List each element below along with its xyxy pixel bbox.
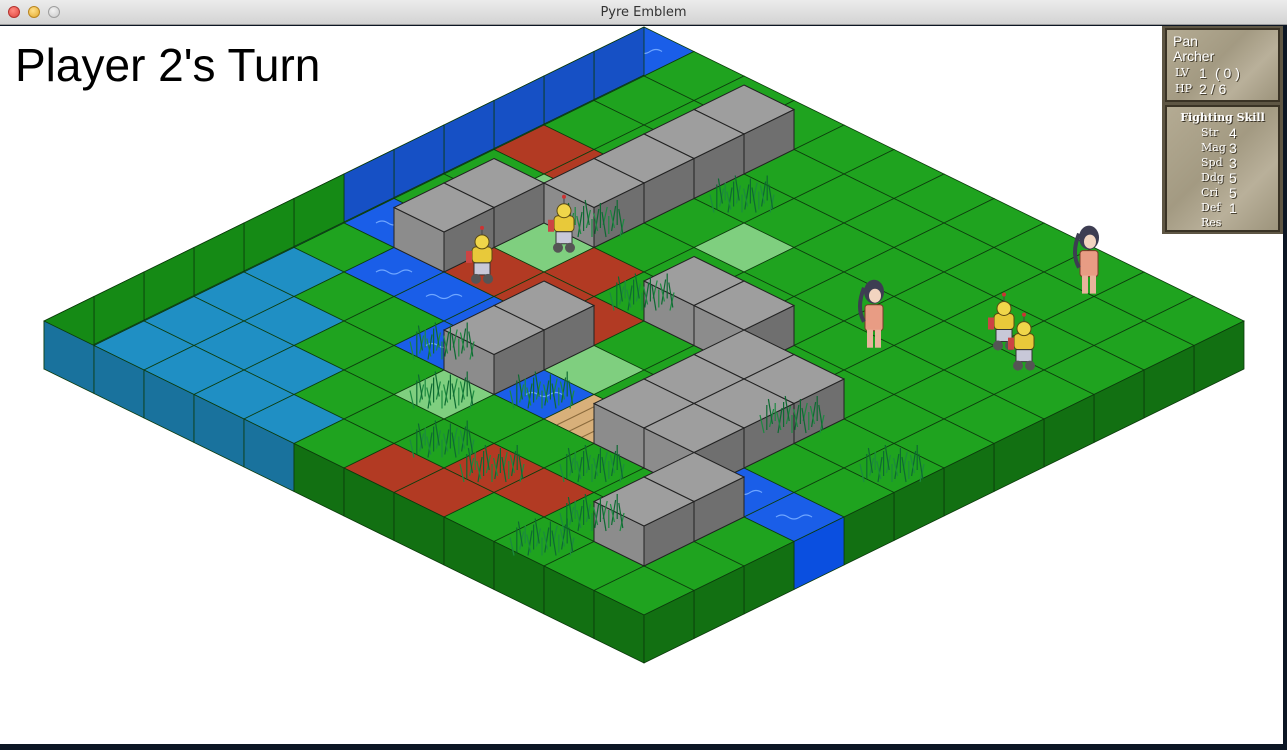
fighting-skill-title: Fighting Skill — [1180, 111, 1265, 124]
game-window: Pyre Emblem Player 2's Turn Pan Archer L… — [0, 0, 1287, 750]
unit-info-panel: Pan Archer LV 1 ( 0 ) HP 2 / 6 Fighting … — [1162, 26, 1283, 234]
level-label: LV — [1175, 66, 1189, 79]
unit-status-box: Pan Archer LV 1 ( 0 ) HP 2 / 6 — [1165, 28, 1280, 102]
stat-label-ddg: Ddg — [1201, 171, 1224, 184]
stat-value-mag: 3 — [1229, 140, 1237, 156]
hp-label: HP — [1175, 82, 1192, 95]
unit-name: Pan — [1173, 33, 1198, 49]
stat-label-mag: Mag — [1201, 141, 1226, 154]
stat-label-res: Res — [1201, 216, 1222, 229]
window-title: Pyre Emblem — [600, 5, 687, 20]
hp-value: 2 / 6 — [1199, 81, 1227, 97]
level-value: 1 — [1199, 65, 1207, 81]
isometric-map[interactable] — [0, 26, 1283, 744]
stat-value-spd: 3 — [1229, 155, 1237, 171]
turn-indicator: Player 2's Turn — [15, 39, 321, 91]
stat-value-cri: 5 — [1229, 185, 1237, 201]
stat-label-str: Str — [1201, 126, 1219, 139]
title-bar[interactable]: Pyre Emblem — [0, 0, 1287, 25]
fighting-skill-box: Fighting Skill Str 4 Mag 3 Spd 3 Ddg 5 C… — [1165, 105, 1280, 232]
stat-label-cri: Cri — [1201, 186, 1219, 199]
unit-class: Archer — [1173, 48, 1215, 64]
stat-value-str: 4 — [1229, 125, 1237, 141]
game-canvas[interactable]: Player 2's Turn Pan Archer LV 1 ( 0 ) HP… — [0, 26, 1283, 744]
stat-value-def: 1 — [1229, 200, 1237, 216]
stat-value-ddg: 5 — [1229, 170, 1237, 186]
stat-label-spd: Spd — [1201, 156, 1223, 169]
level-exp: ( 0 ) — [1215, 65, 1240, 81]
stat-label-def: Def — [1201, 201, 1221, 214]
